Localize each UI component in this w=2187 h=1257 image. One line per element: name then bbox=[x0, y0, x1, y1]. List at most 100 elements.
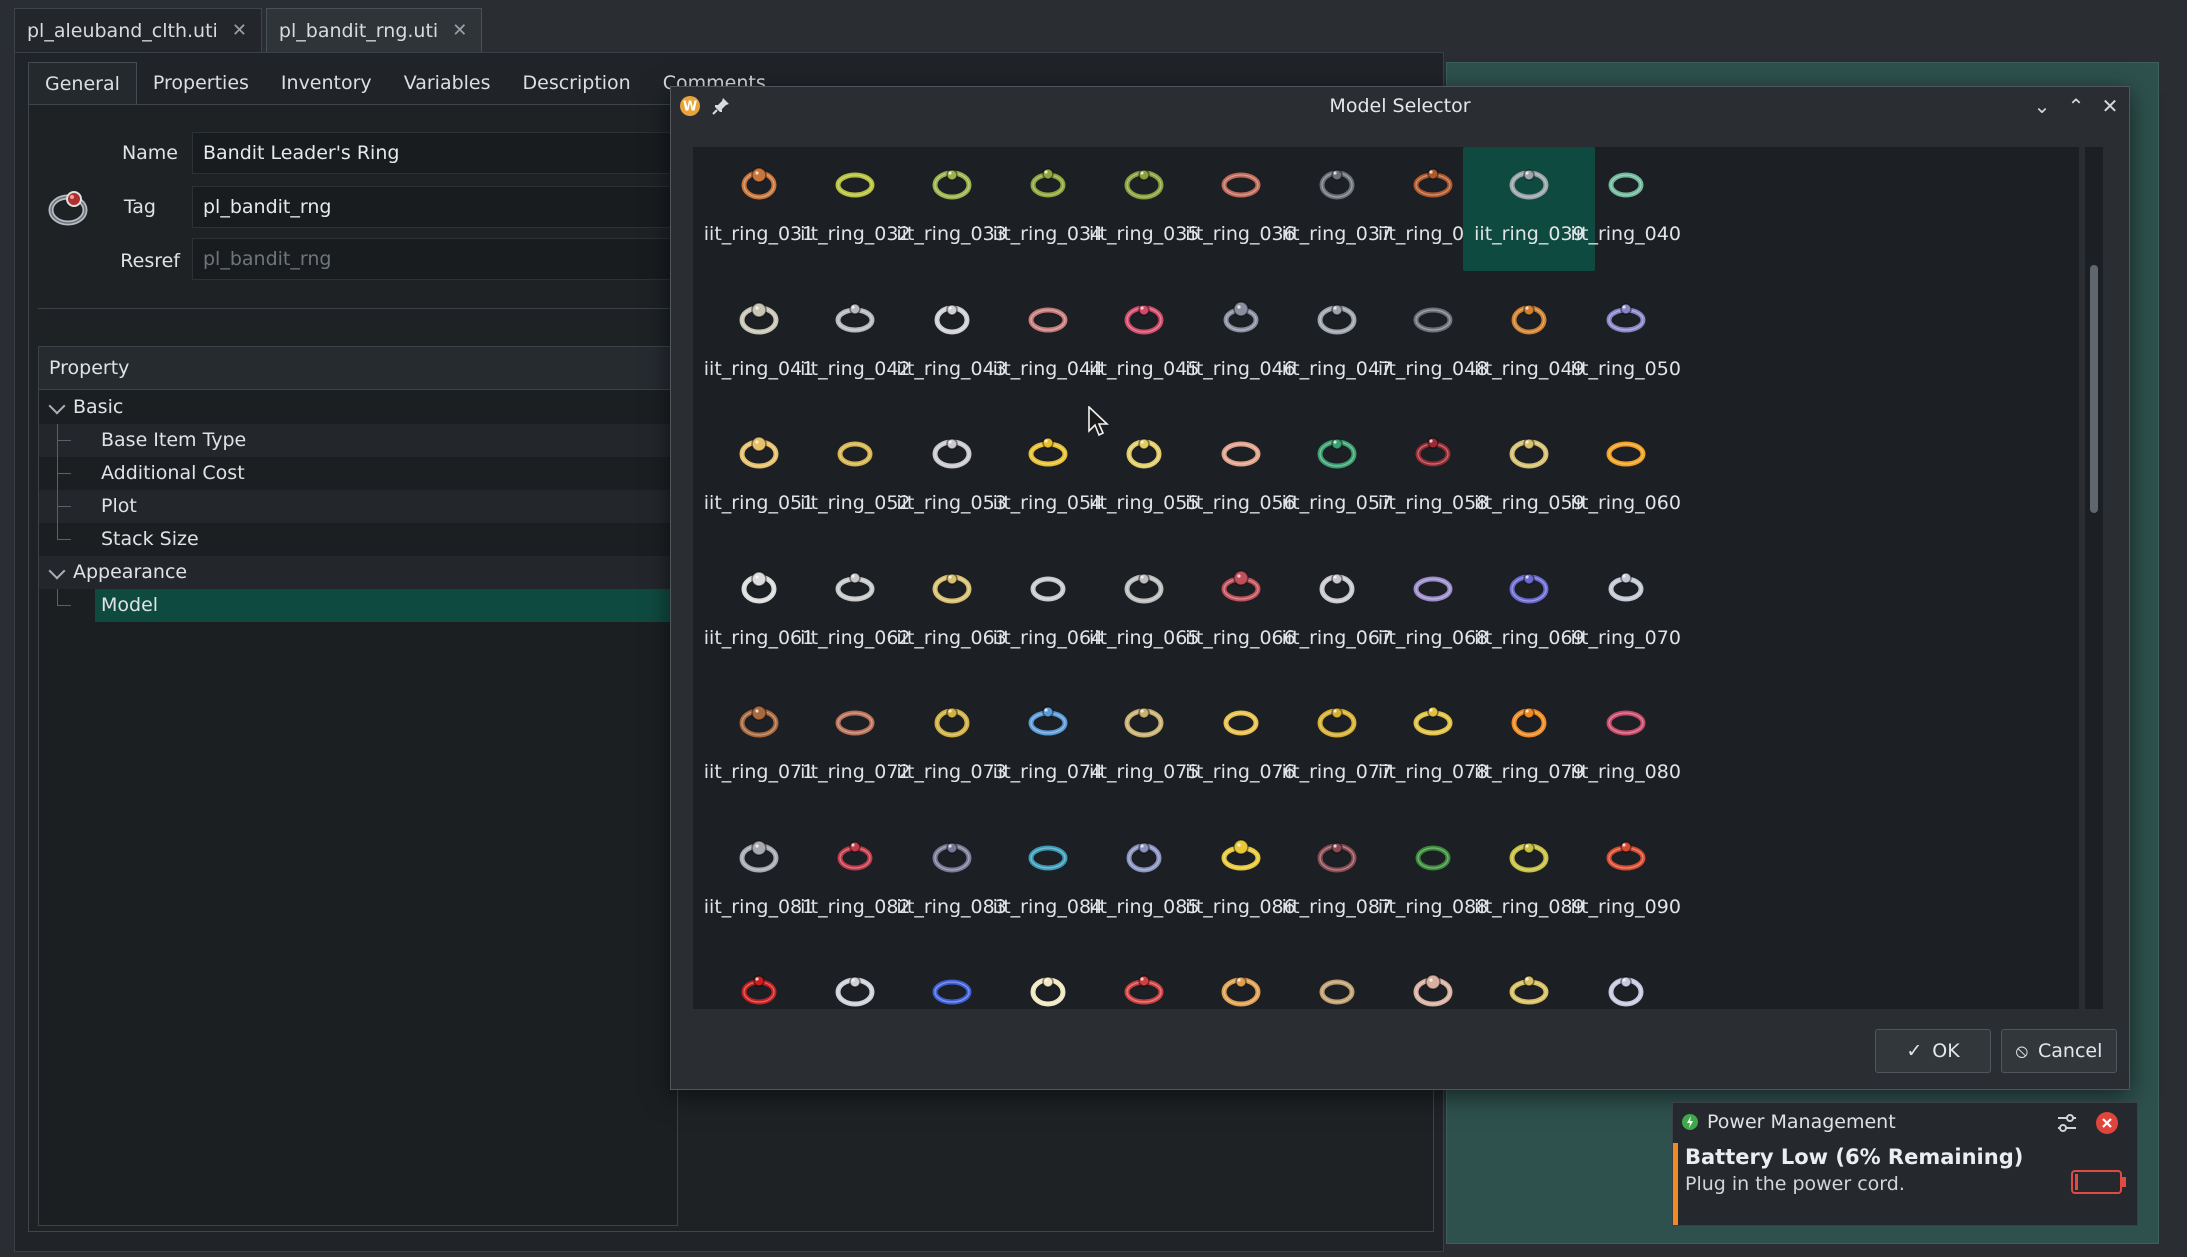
model-item[interactable]: iit_ring_060 bbox=[1560, 416, 1692, 540]
tree-guide bbox=[57, 605, 71, 606]
tab-properties[interactable]: Properties bbox=[137, 62, 265, 104]
tree-item-stack-size[interactable]: Stack Size bbox=[39, 523, 677, 556]
ring-icon bbox=[1413, 974, 1453, 1007]
dialog-title: Model Selector bbox=[1329, 95, 1471, 117]
power-icon bbox=[1682, 1114, 1698, 1130]
tree-group-appearance[interactable]: Appearance bbox=[39, 556, 677, 589]
ring-icon bbox=[1606, 710, 1646, 736]
ok-label: OK bbox=[1932, 1040, 1960, 1062]
ring-icon bbox=[835, 302, 875, 332]
ring-icon bbox=[1221, 838, 1260, 870]
settings-sliders-icon[interactable] bbox=[2055, 1111, 2079, 1135]
notification-app-name: Power Management bbox=[1707, 1111, 1896, 1133]
ring-icon bbox=[1126, 841, 1162, 872]
tab-inventory[interactable]: Inventory bbox=[265, 62, 388, 104]
tree-item-additional-cost[interactable]: Additional Cost bbox=[39, 457, 677, 490]
tree-guide bbox=[57, 424, 58, 540]
tag-field[interactable]: pl_bandit_rng bbox=[192, 186, 682, 228]
ring-icon bbox=[1028, 307, 1068, 332]
tree-item-label: Plot bbox=[101, 495, 137, 517]
ring-icon bbox=[835, 172, 875, 198]
close-icon[interactable]: ✕ bbox=[2099, 95, 2121, 117]
ring-icon bbox=[932, 169, 972, 200]
minimize-icon[interactable]: ⌄ bbox=[2031, 95, 2053, 117]
ring-icon bbox=[1413, 576, 1453, 601]
ring-icon bbox=[1223, 710, 1258, 736]
ring-icon bbox=[837, 840, 873, 870]
ring-icon bbox=[1319, 572, 1355, 603]
notification-body: Plug in the power cord. bbox=[1685, 1173, 1905, 1195]
ring-icon bbox=[739, 705, 779, 738]
ring-icon bbox=[1511, 303, 1547, 334]
scrollbar-thumb[interactable] bbox=[2090, 265, 2098, 513]
property-tree[interactable]: Property Basic Base Item Type Additional… bbox=[38, 346, 678, 1226]
tree-group-label: Basic bbox=[73, 396, 124, 418]
maximize-icon[interactable]: ⌃ bbox=[2065, 95, 2087, 117]
ring-icon bbox=[1030, 168, 1066, 198]
resref-field[interactable]: pl_bandit_rng bbox=[192, 238, 682, 280]
model-item[interactable]: iit_ring_090 bbox=[1560, 820, 1692, 944]
ring-icon bbox=[1221, 976, 1260, 1007]
mouse-cursor-icon bbox=[1088, 406, 1110, 437]
tree-item-label: Stack Size bbox=[101, 528, 199, 550]
name-field[interactable]: Bandit Leader's Ring bbox=[192, 132, 682, 174]
svg-text:W: W bbox=[683, 100, 697, 115]
model-item[interactable]: iit_ring_070 bbox=[1560, 551, 1692, 675]
editor-tabs: General Properties Inventory Variables D… bbox=[28, 62, 782, 105]
ring-icon bbox=[741, 570, 777, 603]
ring-icon bbox=[1124, 707, 1164, 738]
tree-group-basic[interactable]: Basic bbox=[39, 391, 677, 424]
ring-icon bbox=[739, 839, 779, 872]
property-column-header[interactable]: Property bbox=[39, 347, 677, 390]
cancel-label: Cancel bbox=[2038, 1040, 2103, 1062]
name-label: Name bbox=[121, 142, 178, 164]
ring-icon bbox=[1030, 576, 1066, 601]
dialog-titlebar[interactable]: Model Selector W ⌄ ⌃ ✕ bbox=[671, 87, 2129, 125]
ring-icon bbox=[1509, 169, 1549, 200]
tree-item-base-item-type[interactable]: Base Item Type bbox=[39, 424, 677, 457]
ring-icon bbox=[1509, 975, 1549, 1005]
model-label: iit_ring_080 bbox=[1570, 761, 1681, 783]
ring-icon bbox=[739, 301, 779, 334]
close-icon[interactable]: ✕ bbox=[232, 20, 247, 41]
tab-general[interactable]: General bbox=[28, 62, 137, 105]
model-grid[interactable]: iit_ring_031 iit_ring_032 iit_ring_033 iit_… bbox=[693, 147, 2079, 1009]
ring-icon bbox=[1509, 572, 1549, 603]
tree-guide bbox=[57, 539, 71, 540]
pin-icon[interactable] bbox=[711, 96, 731, 116]
ring-icon bbox=[741, 975, 777, 1005]
document-tabs: pl_aleuband_clth.uti ✕ pl_bandit_rng.uti… bbox=[14, 8, 486, 52]
model-item[interactable]: iit_ring_040 bbox=[1560, 147, 1692, 271]
doc-tab-aleuband[interactable]: pl_aleuband_clth.uti ✕ bbox=[14, 8, 262, 52]
tree-item-model[interactable]: Model bbox=[95, 589, 677, 622]
notification-title: Battery Low (6% Remaining) bbox=[1685, 1145, 2024, 1169]
ring-icon bbox=[1415, 437, 1451, 467]
tree-guide bbox=[57, 506, 71, 507]
ring-icon bbox=[1608, 172, 1644, 198]
ring-icon bbox=[1028, 437, 1068, 467]
ring-icon bbox=[1317, 841, 1357, 872]
battery-notification[interactable]: Power Management Battery Low (6% Remaini… bbox=[1672, 1102, 2138, 1226]
model-item[interactable]: iit_ring_080 bbox=[1560, 685, 1692, 809]
tree-item-label: Additional Cost bbox=[101, 462, 245, 484]
battery-icon bbox=[2071, 1170, 2126, 1194]
tab-variables[interactable]: Variables bbox=[388, 62, 507, 104]
close-icon[interactable] bbox=[2095, 1111, 2119, 1135]
model-item[interactable] bbox=[1560, 954, 1692, 1009]
chevron-down-icon[interactable] bbox=[48, 397, 66, 415]
tree-item-plot[interactable]: Plot bbox=[39, 490, 677, 523]
tree-group-label: Appearance bbox=[73, 561, 188, 583]
model-selector-dialog: Model Selector W ⌄ ⌃ ✕ iit_ring_031 iit_r… bbox=[670, 86, 2130, 1090]
ring-icon bbox=[1028, 706, 1068, 736]
tree-guide bbox=[57, 473, 71, 474]
ring-icon bbox=[1221, 569, 1260, 601]
model-item[interactable]: iit_ring_050 bbox=[1560, 282, 1692, 406]
ok-button[interactable]: ✓ OK bbox=[1875, 1029, 1991, 1073]
ring-icon bbox=[1317, 707, 1357, 738]
chevron-down-icon[interactable] bbox=[48, 562, 66, 580]
tab-description[interactable]: Description bbox=[507, 62, 647, 104]
doc-tab-bandit-rng[interactable]: pl_bandit_rng.uti ✕ bbox=[265, 8, 483, 52]
cancel-button[interactable]: ⦸ Cancel bbox=[2001, 1029, 2117, 1073]
ring-icon bbox=[1413, 307, 1453, 332]
close-icon[interactable]: ✕ bbox=[452, 20, 467, 41]
